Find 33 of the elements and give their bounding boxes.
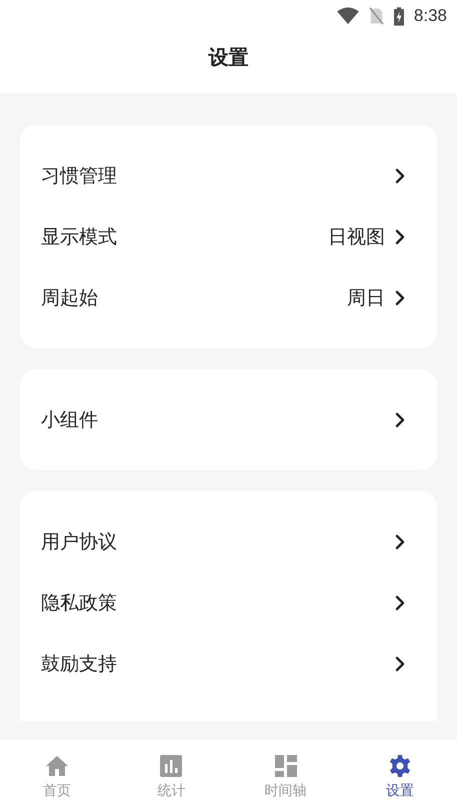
settings-row[interactable]: 小组件 [20, 389, 437, 450]
row-label: 用户协议 [41, 530, 117, 554]
settings-row[interactable]: 隐私政策 [20, 572, 437, 633]
chevron-right-icon [395, 656, 405, 672]
settings-row[interactable]: 周起始 周日 [20, 267, 437, 328]
chevron-right-icon [395, 534, 405, 550]
home-icon [45, 754, 70, 778]
bar-chart-icon [159, 754, 184, 778]
row-label: 显示模式 [41, 224, 117, 250]
chevron-right-icon [395, 412, 405, 428]
wifi-icon [336, 7, 359, 25]
chevron-right-icon [395, 290, 405, 306]
row-value: 周日 [347, 286, 385, 310]
no-sim-icon [368, 7, 384, 25]
row-label: 隐私政策 [41, 590, 117, 616]
chevron-right-icon [395, 594, 405, 610]
row-label: 习惯管理 [41, 164, 117, 188]
row-label: 小组件 [41, 408, 98, 432]
settings-row[interactable]: 用户协议 [20, 511, 437, 572]
chevron-right-icon [395, 168, 405, 184]
settings-row[interactable]: 习惯管理 [20, 145, 437, 206]
nav-tab[interactable]: 设置 [342, 740, 457, 812]
clock-time: 8:38 [414, 6, 447, 26]
gear-icon [388, 754, 412, 778]
row-value: 日视图 [328, 224, 385, 250]
row-label: 鼓励支持 [41, 652, 117, 676]
chevron-right-icon [395, 228, 405, 244]
dashboard-grid-icon [274, 754, 298, 778]
settings-row[interactable]: 显示模式 日视图 [20, 206, 437, 267]
settings-row[interactable]: 鼓励支持 [20, 633, 437, 694]
row-label: 周起始 [41, 286, 98, 310]
battery-charging-icon [394, 6, 404, 26]
page-title: 设置 [208, 44, 248, 71]
